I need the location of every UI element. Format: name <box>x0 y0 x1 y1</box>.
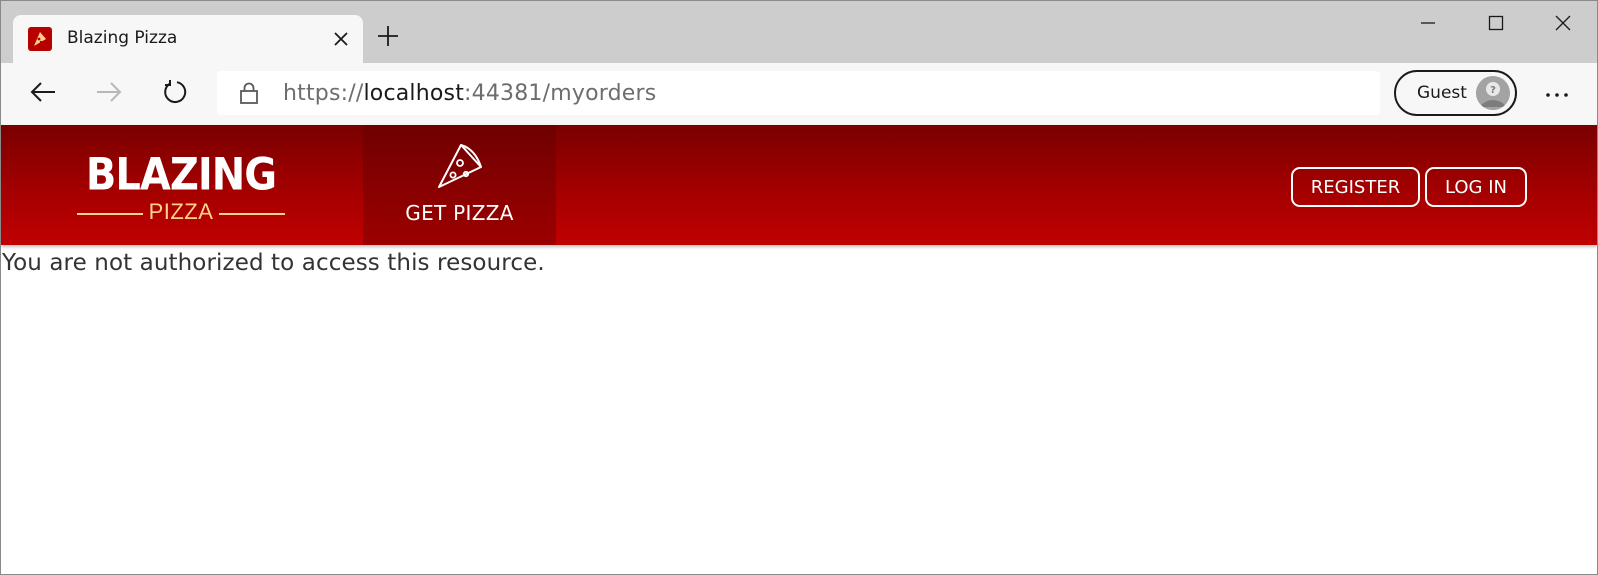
brand-main-text: BLAZING <box>85 149 277 201</box>
maximize-button[interactable] <box>1473 9 1519 41</box>
maximize-icon <box>1488 15 1504 36</box>
nav-get-pizza[interactable]: GET PIZZA <box>363 125 556 245</box>
tab-blazing-pizza[interactable]: Blazing Pizza <box>13 15 363 63</box>
tab-strip: Blazing Pizza <box>1 1 1597 63</box>
svg-text:?: ? <box>1490 85 1496 96</box>
arrow-right-icon <box>96 81 122 108</box>
new-tab-button[interactable] <box>373 23 403 53</box>
pizza-slice-icon <box>435 141 485 191</box>
url-text[interactable]: https://localhost:44381/myorders <box>283 81 656 106</box>
pizza-slice-icon <box>28 27 52 51</box>
login-button[interactable]: LOG IN <box>1425 167 1527 207</box>
profile-label: Guest <box>1417 83 1467 103</box>
register-button[interactable]: REGISTER <box>1291 167 1420 207</box>
forward-button[interactable] <box>89 74 129 114</box>
url-scheme: https:// <box>283 81 364 106</box>
site-header: BLAZING PIZZA GET PIZZA REGISTER LOG IN <box>1 125 1597 245</box>
close-window-button[interactable] <box>1540 9 1586 41</box>
brand-sub-text: PIZZA <box>148 199 214 224</box>
arrow-left-icon <box>30 81 56 108</box>
refresh-button[interactable] <box>155 74 195 114</box>
browser-toolbar: https://localhost:44381/myorders Guest ? <box>1 63 1597 125</box>
unauthorized-message: You are not authorized to access this re… <box>2 250 545 276</box>
unknown-user-icon: ? <box>1476 76 1510 110</box>
brand-logo-link[interactable]: BLAZING PIZZA <box>75 149 287 225</box>
minimize-icon <box>1420 15 1436 36</box>
profile-button[interactable]: Guest ? <box>1394 70 1517 116</box>
more-options-button[interactable] <box>1537 75 1577 113</box>
tab-title: Blazing Pizza <box>67 28 178 48</box>
minimize-button[interactable] <box>1405 9 1451 41</box>
url-host: localhost <box>363 81 465 106</box>
close-icon[interactable] <box>329 27 353 51</box>
back-button[interactable] <box>23 74 63 114</box>
lock-icon[interactable] <box>237 81 261 105</box>
browser-window: Blazing Pizza https://localhost:44381/my… <box>0 0 1598 575</box>
nav-get-pizza-label: GET PIZZA <box>405 201 514 225</box>
more-horizontal-icon <box>1545 85 1569 103</box>
plus-icon <box>377 25 399 52</box>
url-path: :44381/myorders <box>464 81 657 106</box>
refresh-icon <box>162 79 188 110</box>
brand-divider-right <box>219 213 285 215</box>
close-icon <box>1555 15 1571 36</box>
address-bar[interactable]: https://localhost:44381/myorders <box>217 71 1380 115</box>
